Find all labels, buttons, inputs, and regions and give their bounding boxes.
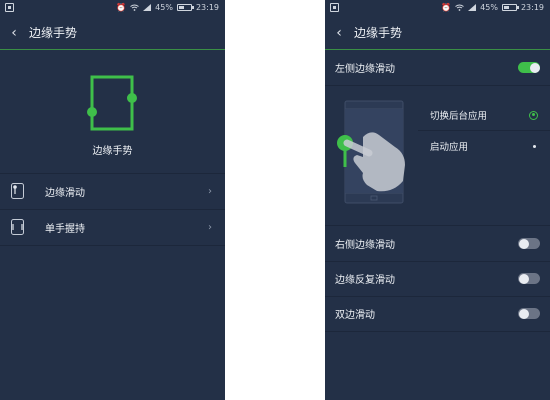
edge-gesture-icon: [87, 75, 137, 131]
setting-label: 左侧边缘滑动: [335, 64, 395, 75]
page-title: 边缘手势: [354, 26, 403, 40]
back-arrow-icon[interactable]: ‹: [3, 25, 25, 41]
option-switch-background-app[interactable]: 切换后台应用: [418, 100, 550, 131]
left-edge-slide-toggle[interactable]: [518, 62, 540, 73]
back-arrow-icon[interactable]: ‹: [328, 25, 350, 41]
edge-repeat-slide-toggle[interactable]: [518, 273, 540, 284]
menu-item-one-hand[interactable]: 单手握持 ›: [0, 209, 225, 246]
phone-one-hand-icon: [11, 219, 24, 235]
gesture-menu: 边缘滑动 › 单手握持 ›: [0, 173, 225, 246]
edge-swipe-settings-screen: ⏰ 45% 23:19 ‹ 边缘手势 左侧边缘滑动 切换后台应用 启动应用 右侧…: [325, 0, 550, 400]
dual-edge-slide-toggle[interactable]: [518, 308, 540, 319]
edge-gesture-hero: 边缘手势: [0, 74, 225, 162]
alarm-icon: ⏰: [441, 3, 452, 12]
left-edge-slide-row[interactable]: 左侧边缘滑动: [325, 50, 550, 86]
page-title: 边缘手势: [29, 26, 78, 40]
phone-edge-swipe-icon: [11, 183, 24, 199]
menu-item-label: 边缘滑动: [45, 188, 85, 199]
edge-gesture-screen: ⏰ 45% 23:19 ‹ 边缘手势 边缘手势 边缘滑动 › 单手握持 ›: [0, 0, 225, 400]
notification-icon: [330, 3, 339, 12]
option-launch-app[interactable]: 启动应用: [418, 131, 550, 161]
setting-label: 双边滑动: [335, 310, 375, 321]
chevron-right-icon: ›: [208, 222, 212, 233]
battery-icon: [501, 4, 519, 11]
dual-edge-slide-row[interactable]: 双边滑动: [325, 296, 550, 332]
edge-swipe-illustration-panel: 切换后台应用 启动应用: [325, 85, 550, 226]
title-bar: ‹ 边缘手势: [0, 16, 225, 49]
alarm-icon: ⏰: [116, 3, 127, 12]
battery-percent: 45%: [480, 3, 498, 12]
notification-icon: [5, 3, 14, 12]
wifi-icon: [455, 4, 464, 11]
hero-label: 边缘手势: [92, 146, 133, 157]
right-edge-slide-toggle[interactable]: [518, 238, 540, 249]
battery-percent: 45%: [155, 3, 173, 12]
radio-unselected-icon[interactable]: [533, 144, 536, 148]
menu-item-edge-swipe[interactable]: 边缘滑动 ›: [0, 173, 225, 209]
option-label: 切换后台应用: [430, 111, 488, 122]
title-divider: [0, 49, 225, 50]
signal-icon: [143, 4, 152, 11]
chevron-right-icon: ›: [208, 186, 212, 197]
title-bar: ‹ 边缘手势: [325, 16, 550, 49]
setting-label: 边缘反复滑动: [335, 275, 395, 286]
menu-item-label: 单手握持: [45, 224, 85, 235]
right-edge-slide-row[interactable]: 右侧边缘滑动: [325, 226, 550, 262]
clock: 23:19: [195, 3, 219, 12]
swipe-gesture-illustration: [337, 100, 405, 204]
signal-icon: [468, 4, 477, 11]
status-bar: ⏰ 45% 23:19: [325, 0, 550, 16]
edge-repeat-slide-row[interactable]: 边缘反复滑动: [325, 261, 550, 297]
option-label: 启动应用: [430, 142, 469, 153]
clock: 23:19: [520, 3, 544, 12]
wifi-icon: [130, 4, 139, 11]
setting-label: 右侧边缘滑动: [335, 240, 395, 251]
battery-icon: [176, 4, 194, 11]
radio-selected-icon[interactable]: [529, 110, 538, 120]
status-bar: ⏰ 45% 23:19: [0, 0, 225, 16]
